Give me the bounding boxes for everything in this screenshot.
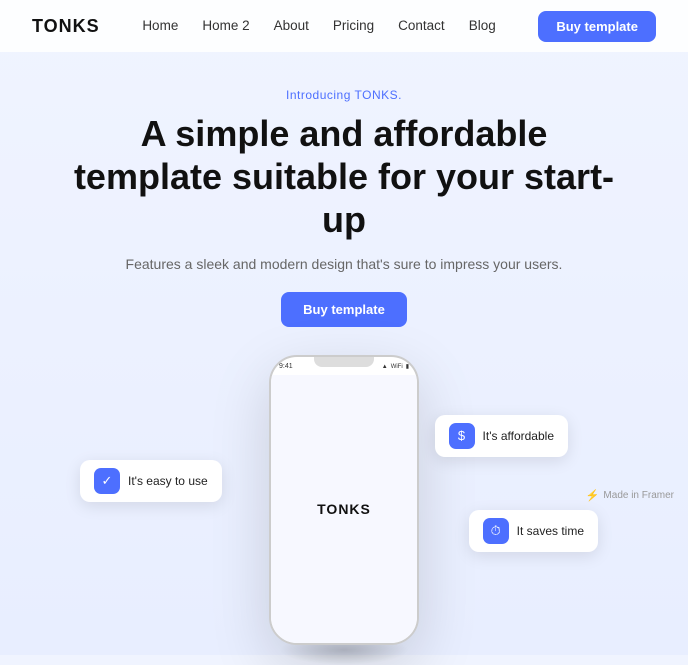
phone-mockup: 9:41 ▲ WiFi ▮ TONKS bbox=[269, 355, 419, 645]
framer-icon: ⚡ bbox=[586, 489, 600, 502]
nav-pricing[interactable]: Pricing bbox=[333, 18, 374, 33]
wifi-icon: WiFi bbox=[391, 364, 403, 370]
hero-section: Introducing TONKS. A simple and affordab… bbox=[0, 52, 688, 327]
phone-content: TONKS bbox=[271, 375, 417, 643]
buy-template-nav-button[interactable]: Buy template bbox=[538, 11, 656, 42]
buy-template-hero-button[interactable]: Buy template bbox=[281, 292, 407, 327]
dollar-icon: $ bbox=[449, 423, 475, 449]
nav-home2[interactable]: Home 2 bbox=[202, 18, 249, 33]
nav-about[interactable]: About bbox=[274, 18, 309, 33]
badge-affordable-label: It's affordable bbox=[483, 429, 554, 443]
phone-section: 9:41 ▲ WiFi ▮ TONKS $ It's affordable ✓ … bbox=[0, 355, 688, 655]
hero-intro: Introducing TONKS. bbox=[20, 88, 668, 102]
navbar: TONKS Home Home 2 About Pricing Contact … bbox=[0, 0, 688, 52]
badge-easy: ✓ It's easy to use bbox=[80, 460, 222, 502]
phone-status-bar: 9:41 ▲ WiFi ▮ bbox=[271, 357, 417, 375]
nav-blog[interactable]: Blog bbox=[469, 18, 496, 33]
framer-label: Made in Framer bbox=[603, 490, 674, 501]
battery-icon: ▮ bbox=[406, 363, 409, 370]
clock-icon: ⏱ bbox=[483, 518, 509, 544]
badge-affordable: $ It's affordable bbox=[435, 415, 568, 457]
phone-brand: TONKS bbox=[317, 501, 371, 517]
phone-time: 9:41 bbox=[279, 363, 293, 370]
nav-home[interactable]: Home bbox=[142, 18, 178, 33]
signal-icon: ▲ bbox=[382, 364, 388, 370]
framer-badge: ⚡ Made in Framer bbox=[586, 489, 674, 502]
logo: TONKS bbox=[32, 16, 100, 37]
badge-time: ⏱ It saves time bbox=[469, 510, 598, 552]
hero-title: A simple and affordable template suitabl… bbox=[64, 112, 624, 242]
nav-contact[interactable]: Contact bbox=[398, 18, 445, 33]
hero-subtitle: Features a sleek and modern design that'… bbox=[20, 256, 668, 272]
badge-easy-label: It's easy to use bbox=[128, 474, 208, 488]
phone-status-icons: ▲ WiFi ▮ bbox=[382, 363, 409, 370]
nav-links: Home Home 2 About Pricing Contact Blog bbox=[142, 17, 495, 35]
badge-time-label: It saves time bbox=[517, 524, 584, 538]
check-icon: ✓ bbox=[94, 468, 120, 494]
